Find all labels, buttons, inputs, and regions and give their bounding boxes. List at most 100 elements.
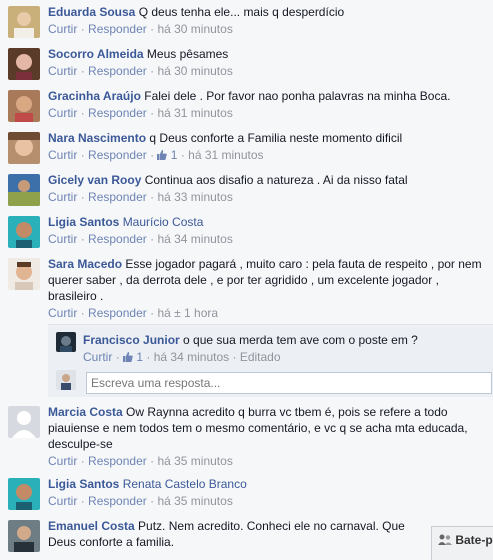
separator: · (150, 232, 155, 246)
edited-label[interactable]: Editado (240, 350, 281, 364)
reply-button[interactable]: Responder (88, 106, 147, 120)
comment-timestamp[interactable]: há 35 minutos (157, 454, 232, 468)
avatar[interactable] (8, 258, 40, 290)
like-count-value: 1 (170, 148, 178, 162)
like-button[interactable]: Curtir (48, 64, 77, 78)
comment-text: q Deus conforte a Familia neste momento … (149, 131, 403, 145)
reply-input[interactable] (86, 372, 492, 394)
reply-button[interactable]: Responder (88, 232, 147, 246)
reply-button[interactable]: Responder (88, 494, 147, 508)
like-button[interactable]: Curtir (48, 494, 77, 508)
reply-button[interactable]: Responder (88, 64, 147, 78)
comment-timestamp[interactable]: há 30 minutos (157, 22, 232, 36)
reply-button[interactable]: Responder (88, 306, 147, 320)
comment-timestamp[interactable]: há 35 minutos (157, 494, 232, 508)
comment-actions: Curtir · Responder · há ± 1 hora (48, 305, 488, 321)
chat-tab-label: Bate-p (455, 533, 493, 547)
avatar[interactable] (8, 174, 40, 206)
separator: · (80, 232, 85, 246)
comment-timestamp[interactable]: há 34 minutos (157, 232, 232, 246)
comment-timestamp[interactable]: há 30 minutos (157, 64, 232, 78)
like-button[interactable]: Curtir (48, 454, 77, 468)
separator: · (150, 306, 155, 320)
separator: · (80, 106, 85, 120)
separator: · (150, 64, 155, 78)
comment-actions: Curtir · Responder · há 35 minutos (48, 493, 488, 509)
comment-timestamp[interactable]: há 33 minutos (157, 190, 232, 204)
comment-timestamp[interactable]: há 31 minutos (157, 106, 232, 120)
comment-author[interactable]: Socorro Almeida (48, 47, 144, 61)
separator: · (232, 350, 237, 364)
reply-text: o que sua merda tem ave com o poste em ? (183, 333, 418, 347)
separator: · (150, 494, 155, 508)
comment-actions: Curtir · Responder · há 33 minutos (48, 189, 488, 205)
comment-author[interactable]: Sara Macedo (48, 257, 122, 271)
comment-author[interactable]: Nara Nascimento (48, 131, 146, 145)
like-button[interactable]: Curtir (48, 22, 77, 36)
separator: · (150, 106, 155, 120)
avatar[interactable] (8, 6, 40, 38)
avatar[interactable] (8, 48, 40, 80)
current-user-avatar (56, 370, 76, 390)
avatar[interactable] (8, 132, 40, 164)
comment-author[interactable]: Emanuel Costa (48, 519, 135, 533)
people-icon (438, 534, 452, 545)
comment-actions: Curtir · Responder · 1 · há 31 minutos (48, 147, 488, 163)
comment-actions: Curtir · Responder · há 30 minutos (48, 21, 488, 37)
comment-actions: Curtir · Responder · há 34 minutos (48, 231, 488, 247)
like-count[interactable]: 1 (157, 148, 180, 162)
reply-actions: Curtir · 1 · há 34 minutos · Editado (83, 349, 483, 365)
avatar[interactable] (8, 216, 40, 248)
comment-text: Continua aos disafio a natureza . Ai da … (144, 173, 408, 187)
like-button[interactable]: Curtir (83, 350, 112, 364)
thumbs-up-icon (123, 352, 133, 362)
separator: · (80, 306, 85, 320)
comment-timestamp[interactable]: há ± 1 hora (157, 306, 218, 320)
reply-button[interactable]: Responder (88, 454, 147, 468)
comment-timestamp[interactable]: há 31 minutos (188, 148, 263, 162)
separator: · (150, 22, 155, 36)
separator: · (80, 190, 85, 204)
chat-tab[interactable]: Bate-p (431, 526, 493, 560)
avatar[interactable] (8, 520, 40, 552)
like-button[interactable]: Curtir (48, 190, 77, 204)
tagged-user-link[interactable]: Maurício Costa (123, 215, 204, 229)
comment-author[interactable]: Gicely van Rooy (48, 173, 141, 187)
separator: · (80, 22, 85, 36)
comment-author[interactable]: Eduarda Sousa (48, 5, 135, 19)
separator: · (150, 190, 155, 204)
reply-timestamp[interactable]: há 34 minutos (154, 350, 229, 364)
separator: · (80, 148, 85, 162)
comment-actions: Curtir · Responder · há 35 minutos (48, 453, 488, 469)
thumbs-up-icon (157, 150, 168, 160)
comment-text: Falei dele . Por favor nao ponha palavra… (144, 89, 451, 103)
reply-button[interactable]: Responder (88, 148, 147, 162)
avatar[interactable] (8, 90, 40, 122)
tagged-user-link[interactable]: Renata Castelo Branco (123, 477, 247, 491)
comment-author[interactable]: Marcia Costa (48, 405, 123, 419)
separator: · (80, 454, 85, 468)
reply-button[interactable]: Responder (88, 22, 147, 36)
avatar[interactable] (8, 406, 40, 438)
comment-text: Meus pêsames (146, 47, 229, 61)
like-button[interactable]: Curtir (48, 306, 77, 320)
avatar[interactable] (8, 478, 40, 510)
reply-button[interactable]: Responder (88, 190, 147, 204)
reply-author[interactable]: Francisco Junior (83, 333, 180, 347)
comment-author[interactable]: Ligia Santos (48, 477, 119, 491)
separator: · (150, 454, 155, 468)
like-button[interactable]: Curtir (48, 232, 77, 246)
like-count[interactable]: 1 (123, 350, 146, 364)
like-button[interactable]: Curtir (48, 148, 77, 162)
avatar[interactable] (56, 332, 76, 352)
comment-actions: Curtir · Responder · há 30 minutos (48, 63, 488, 79)
separator: · (80, 64, 85, 78)
comment-actions: Curtir · Responder · há 31 minutos (48, 105, 488, 121)
separator: · (150, 148, 155, 162)
separator: · (180, 148, 185, 162)
comment-author[interactable]: Gracinha Araújo (48, 89, 141, 103)
comment-author[interactable]: Ligia Santos (48, 215, 119, 229)
separator: · (115, 350, 120, 364)
separator: · (146, 350, 151, 364)
like-button[interactable]: Curtir (48, 106, 77, 120)
